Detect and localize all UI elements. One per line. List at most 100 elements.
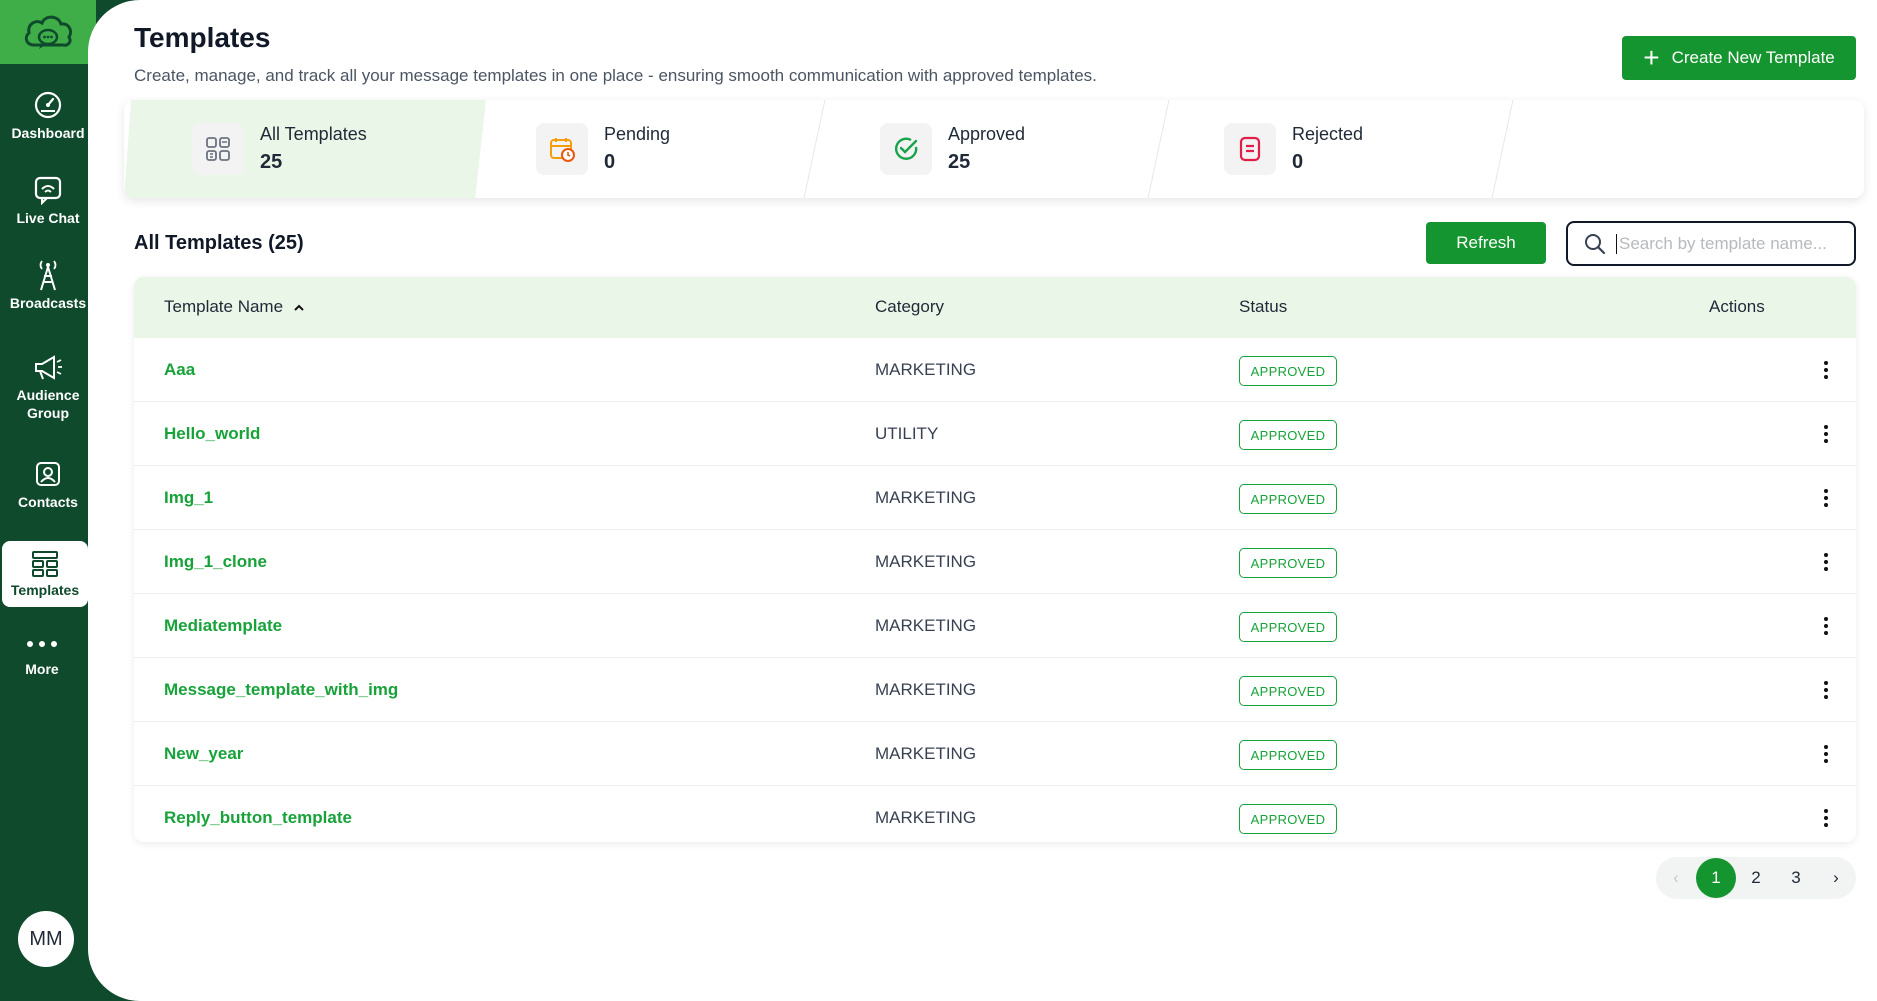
more-vertical-icon[interactable] bbox=[1814, 804, 1838, 832]
sidebar-item-label: Contacts bbox=[18, 494, 78, 510]
template-name-link[interactable]: New_year bbox=[164, 744, 243, 764]
sidebar-item-label: Group bbox=[27, 405, 69, 421]
sort-ascending-icon bbox=[294, 304, 304, 311]
template-name-link[interactable]: Aaa bbox=[164, 360, 195, 380]
more-vertical-icon[interactable] bbox=[1814, 612, 1838, 640]
antenna-icon bbox=[31, 258, 65, 292]
sidebar-item-label: Broadcasts bbox=[9, 295, 87, 311]
table-row: Hello_world UTILITY APPROVED bbox=[134, 402, 1856, 466]
sidebar-item-more[interactable]: More bbox=[0, 630, 84, 678]
table-header: Template Name Category Status Actions bbox=[134, 277, 1856, 338]
plus-icon: + bbox=[1643, 42, 1660, 73]
template-name-link[interactable]: Mediatemplate bbox=[164, 616, 282, 636]
sidebar-item-label: Dashboard bbox=[11, 125, 85, 141]
more-vertical-icon[interactable] bbox=[1814, 740, 1838, 768]
page-button-1[interactable]: 1 bbox=[1696, 858, 1736, 898]
pagination: ‹ 1 2 3 › bbox=[1656, 857, 1856, 899]
column-status: Status bbox=[1239, 297, 1288, 316]
stat-approved[interactable]: Approved 25 bbox=[880, 100, 1160, 198]
avatar[interactable]: MM bbox=[18, 911, 74, 967]
stats-bar: All Templates 25 Pending 0 Approved 25 R… bbox=[124, 100, 1864, 198]
status-badge: APPROVED bbox=[1239, 420, 1337, 450]
page-button-3[interactable]: 3 bbox=[1776, 857, 1816, 899]
template-category: MARKETING bbox=[875, 552, 977, 571]
stat-all-templates[interactable]: All Templates 25 bbox=[124, 100, 486, 198]
table-row: New_year MARKETING APPROVED bbox=[134, 722, 1856, 786]
table-row: Aaa MARKETING APPROVED bbox=[134, 338, 1856, 402]
stat-pending[interactable]: Pending 0 bbox=[536, 100, 816, 198]
stat-value: 25 bbox=[948, 151, 971, 173]
template-category: MARKETING bbox=[875, 616, 977, 635]
table-row: Message_template_with_img MARKETING APPR… bbox=[134, 658, 1856, 722]
status-badge: APPROVED bbox=[1239, 484, 1337, 514]
dots-icon bbox=[25, 630, 59, 658]
refresh-button[interactable]: Refresh bbox=[1426, 222, 1546, 264]
sidebar-item-label: More bbox=[25, 661, 59, 677]
table-row: Reply_button_template MARKETING APPROVED bbox=[134, 786, 1856, 842]
more-vertical-icon[interactable] bbox=[1814, 420, 1838, 448]
sidebar-item-templates[interactable]: Templates bbox=[2, 541, 88, 607]
template-name-link[interactable]: Img_1 bbox=[164, 488, 213, 508]
search-box[interactable] bbox=[1566, 221, 1856, 266]
stat-value: 0 bbox=[1292, 151, 1304, 173]
next-page-button[interactable]: › bbox=[1816, 857, 1856, 899]
table-row: Mediatemplate MARKETING APPROVED bbox=[134, 594, 1856, 658]
sidebar-item-label: Templates bbox=[10, 582, 80, 598]
stat-rejected[interactable]: Rejected 0 bbox=[1224, 100, 1504, 198]
stat-label: Rejected bbox=[1292, 124, 1364, 144]
status-badge: APPROVED bbox=[1239, 612, 1337, 642]
template-category: MARKETING bbox=[875, 488, 977, 507]
grid-icon bbox=[192, 123, 244, 175]
contact-icon bbox=[31, 457, 65, 491]
cloud-chat-logo-icon bbox=[24, 15, 73, 49]
chat-icon bbox=[31, 173, 65, 207]
sidebar-item-audience-group[interactable]: Audience Group bbox=[0, 350, 96, 422]
template-name-link[interactable]: Img_1_clone bbox=[164, 552, 267, 572]
sidebar-item-live-chat[interactable]: Live Chat bbox=[0, 173, 96, 227]
sidebar-item-broadcasts[interactable]: Broadcasts bbox=[0, 258, 96, 312]
page-button-2[interactable]: 2 bbox=[1736, 857, 1776, 899]
templates-table: Template Name Category Status Actions Aa… bbox=[134, 277, 1856, 842]
column-template-name[interactable]: Template Name bbox=[164, 297, 305, 317]
stat-value: 25 bbox=[260, 151, 283, 173]
more-vertical-icon[interactable] bbox=[1814, 356, 1838, 384]
logo[interactable] bbox=[0, 0, 96, 64]
stat-value: 0 bbox=[604, 151, 616, 173]
template-category: MARKETING bbox=[875, 808, 977, 827]
sidebar-item-dashboard[interactable]: Dashboard bbox=[0, 88, 96, 142]
more-vertical-icon[interactable] bbox=[1814, 484, 1838, 512]
status-badge: APPROVED bbox=[1239, 676, 1337, 706]
templates-icon bbox=[28, 549, 62, 579]
prev-page-button[interactable]: ‹ bbox=[1656, 857, 1696, 899]
create-template-button[interactable]: + Create New Template bbox=[1622, 36, 1856, 80]
search-input[interactable] bbox=[1616, 233, 1836, 254]
template-category: MARKETING bbox=[875, 360, 977, 379]
table-row: Img_1_clone MARKETING APPROVED bbox=[134, 530, 1856, 594]
status-badge: APPROVED bbox=[1239, 356, 1337, 386]
gauge-icon bbox=[31, 88, 65, 122]
rejected-doc-icon bbox=[1224, 123, 1276, 175]
sidebar-item-contacts[interactable]: Contacts bbox=[0, 457, 96, 511]
template-name-link[interactable]: Hello_world bbox=[164, 424, 260, 444]
stat-label: All Templates bbox=[260, 124, 367, 144]
column-actions: Actions bbox=[1709, 297, 1765, 316]
search-icon bbox=[1585, 233, 1606, 254]
sidebar-item-label: Live Chat bbox=[16, 210, 80, 226]
template-name-link[interactable]: Reply_button_template bbox=[164, 808, 352, 828]
template-name-link[interactable]: Message_template_with_img bbox=[164, 680, 398, 700]
template-category: UTILITY bbox=[875, 424, 939, 443]
sidebar: Dashboard Live Chat Broadcasts Audience … bbox=[0, 0, 96, 1001]
table-row: Img_1 MARKETING APPROVED bbox=[134, 466, 1856, 530]
status-badge: APPROVED bbox=[1239, 804, 1337, 834]
template-category: MARKETING bbox=[875, 680, 977, 699]
list-title: All Templates (25) bbox=[134, 232, 304, 254]
status-badge: APPROVED bbox=[1239, 740, 1337, 770]
status-badge: APPROVED bbox=[1239, 548, 1337, 578]
template-category: MARKETING bbox=[875, 744, 977, 763]
page-subtitle: Create, manage, and track all your messa… bbox=[134, 66, 1097, 85]
column-category: Category bbox=[875, 297, 944, 316]
more-vertical-icon[interactable] bbox=[1814, 676, 1838, 704]
more-vertical-icon[interactable] bbox=[1814, 548, 1838, 576]
create-template-label: Create New Template bbox=[1671, 48, 1835, 67]
megaphone-icon bbox=[31, 350, 65, 384]
